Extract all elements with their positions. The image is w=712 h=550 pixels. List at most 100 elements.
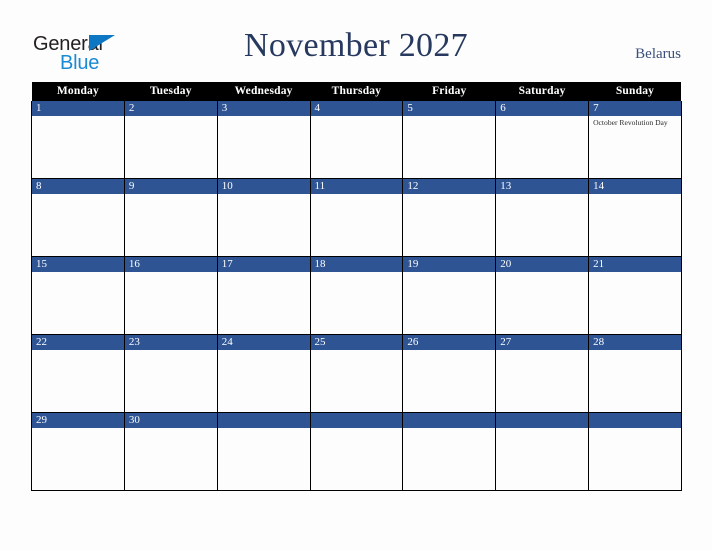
day-number: 27: [496, 335, 589, 350]
day-cell-inner: 25: [310, 335, 403, 412]
calendar-day-cell[interactable]: 19: [402, 256, 497, 335]
weekday-header-thursday: Thursday: [310, 82, 403, 101]
day-number: 24: [217, 335, 310, 350]
day-cell-inner: 4: [310, 101, 403, 178]
day-event-area: [218, 194, 310, 196]
day-number: 10: [217, 179, 310, 194]
country-label: Belarus: [635, 46, 681, 62]
day-cell-inner: 21: [589, 257, 681, 334]
calendar-day-cell[interactable]: 8: [31, 178, 125, 257]
day-cell-inner: 17: [217, 257, 310, 334]
calendar-day-cell[interactable]: 22: [31, 334, 125, 413]
weekday-header-wednesday: Wednesday: [217, 82, 311, 101]
calendar-day-cell[interactable]: 13: [495, 178, 590, 257]
day-number: 28: [589, 335, 681, 350]
day-event-area: [589, 428, 681, 430]
day-event-area: [32, 116, 124, 118]
day-cell-inner: 29: [32, 413, 124, 490]
calendar-day-cell[interactable]: [402, 412, 497, 491]
day-cell-inner: 5: [403, 101, 496, 178]
day-cell-inner: [496, 413, 589, 490]
day-cell-inner: 30: [124, 413, 217, 490]
day-cell-inner: 1: [32, 101, 124, 178]
calendar-day-cell[interactable]: 6: [495, 101, 590, 179]
calendar-day-cell[interactable]: 16: [123, 256, 218, 335]
day-event-area: [403, 350, 495, 352]
calendar-day-cell[interactable]: 14: [588, 178, 682, 257]
calendar-day-cell[interactable]: 24: [216, 334, 311, 413]
calendar-day-cell[interactable]: 5: [402, 101, 497, 179]
calendar-day-cell[interactable]: 10: [216, 178, 311, 257]
day-event-area: [403, 272, 495, 274]
day-event-area: [589, 272, 681, 274]
calendar-week-row: 29 30: [31, 412, 682, 491]
calendar-day-cell[interactable]: 1: [31, 101, 125, 179]
calendar-day-cell[interactable]: 11: [309, 178, 404, 257]
day-number: 26: [403, 335, 496, 350]
day-cell-inner: 9: [124, 179, 217, 256]
calendar-day-cell[interactable]: [216, 412, 311, 491]
day-cell-inner: 22: [32, 335, 124, 412]
calendar-day-cell[interactable]: [495, 412, 590, 491]
day-number: 3: [217, 101, 310, 116]
day-cell-inner: 23: [124, 335, 217, 412]
calendar-week-row: 15 16 17 18 19 20 21: [31, 256, 682, 335]
day-event-area: [403, 428, 495, 430]
day-cell-inner: [589, 413, 681, 490]
calendar-day-cell[interactable]: 23: [123, 334, 218, 413]
calendar-day-cell[interactable]: 3: [216, 101, 311, 179]
day-cell-inner: 10: [217, 179, 310, 256]
calendar-day-cell[interactable]: 27: [495, 334, 590, 413]
day-event-area: [218, 428, 310, 430]
calendar-day-cell[interactable]: 30: [123, 412, 218, 491]
calendar-day-cell[interactable]: 26: [402, 334, 497, 413]
day-number: 9: [124, 179, 217, 194]
weekday-header-monday: Monday: [31, 82, 125, 101]
calendar-day-cell[interactable]: 18: [309, 256, 404, 335]
calendar-day-cell[interactable]: 2: [123, 101, 218, 179]
day-event-area: [32, 194, 124, 196]
calendar-day-cell[interactable]: 17: [216, 256, 311, 335]
day-event-area: [125, 194, 217, 196]
day-cell-inner: [217, 413, 310, 490]
calendar-day-cell[interactable]: 21: [588, 256, 682, 335]
calendar-day-cell[interactable]: 15: [31, 256, 125, 335]
day-number: 14: [589, 179, 681, 194]
day-cell-inner: 18: [310, 257, 403, 334]
calendar-day-cell[interactable]: 9: [123, 178, 218, 257]
day-cell-inner: 24: [217, 335, 310, 412]
calendar-day-cell[interactable]: 7 October Revolution Day: [588, 101, 682, 179]
day-event-area: [403, 116, 495, 118]
day-number: 15: [32, 257, 124, 272]
day-event-area: [589, 194, 681, 196]
day-number: [589, 413, 681, 428]
day-event-area: [218, 272, 310, 274]
weekday-header-saturday: Saturday: [495, 82, 589, 101]
calendar-day-cell[interactable]: 28: [588, 334, 682, 413]
day-number: [310, 413, 403, 428]
calendar-day-cell[interactable]: 4: [309, 101, 404, 179]
day-cell-inner: 14: [589, 179, 681, 256]
calendar-day-cell[interactable]: 29: [31, 412, 125, 491]
calendar-day-cell[interactable]: 20: [495, 256, 590, 335]
day-cell-inner: 7 October Revolution Day: [589, 101, 681, 178]
day-cell-inner: [310, 413, 403, 490]
day-event-area: [311, 350, 403, 352]
calendar-day-cell[interactable]: [309, 412, 404, 491]
day-event-area: [32, 428, 124, 430]
day-event-area: [589, 350, 681, 352]
day-event-area: [218, 350, 310, 352]
day-number: 20: [496, 257, 589, 272]
day-cell-inner: 11: [310, 179, 403, 256]
day-event-area: [125, 116, 217, 118]
day-number: 4: [310, 101, 403, 116]
calendar-day-cell[interactable]: 25: [309, 334, 404, 413]
day-event-area: [311, 428, 403, 430]
calendar-day-cell[interactable]: [588, 412, 682, 491]
day-event-area: [218, 116, 310, 118]
calendar-day-cell[interactable]: 12: [402, 178, 497, 257]
day-number: 2: [124, 101, 217, 116]
weekday-header-tuesday: Tuesday: [124, 82, 218, 101]
calendar-grid: Monday Tuesday Wednesday Thursday Friday…: [31, 82, 682, 491]
holiday-label: October Revolution Day: [593, 118, 668, 127]
